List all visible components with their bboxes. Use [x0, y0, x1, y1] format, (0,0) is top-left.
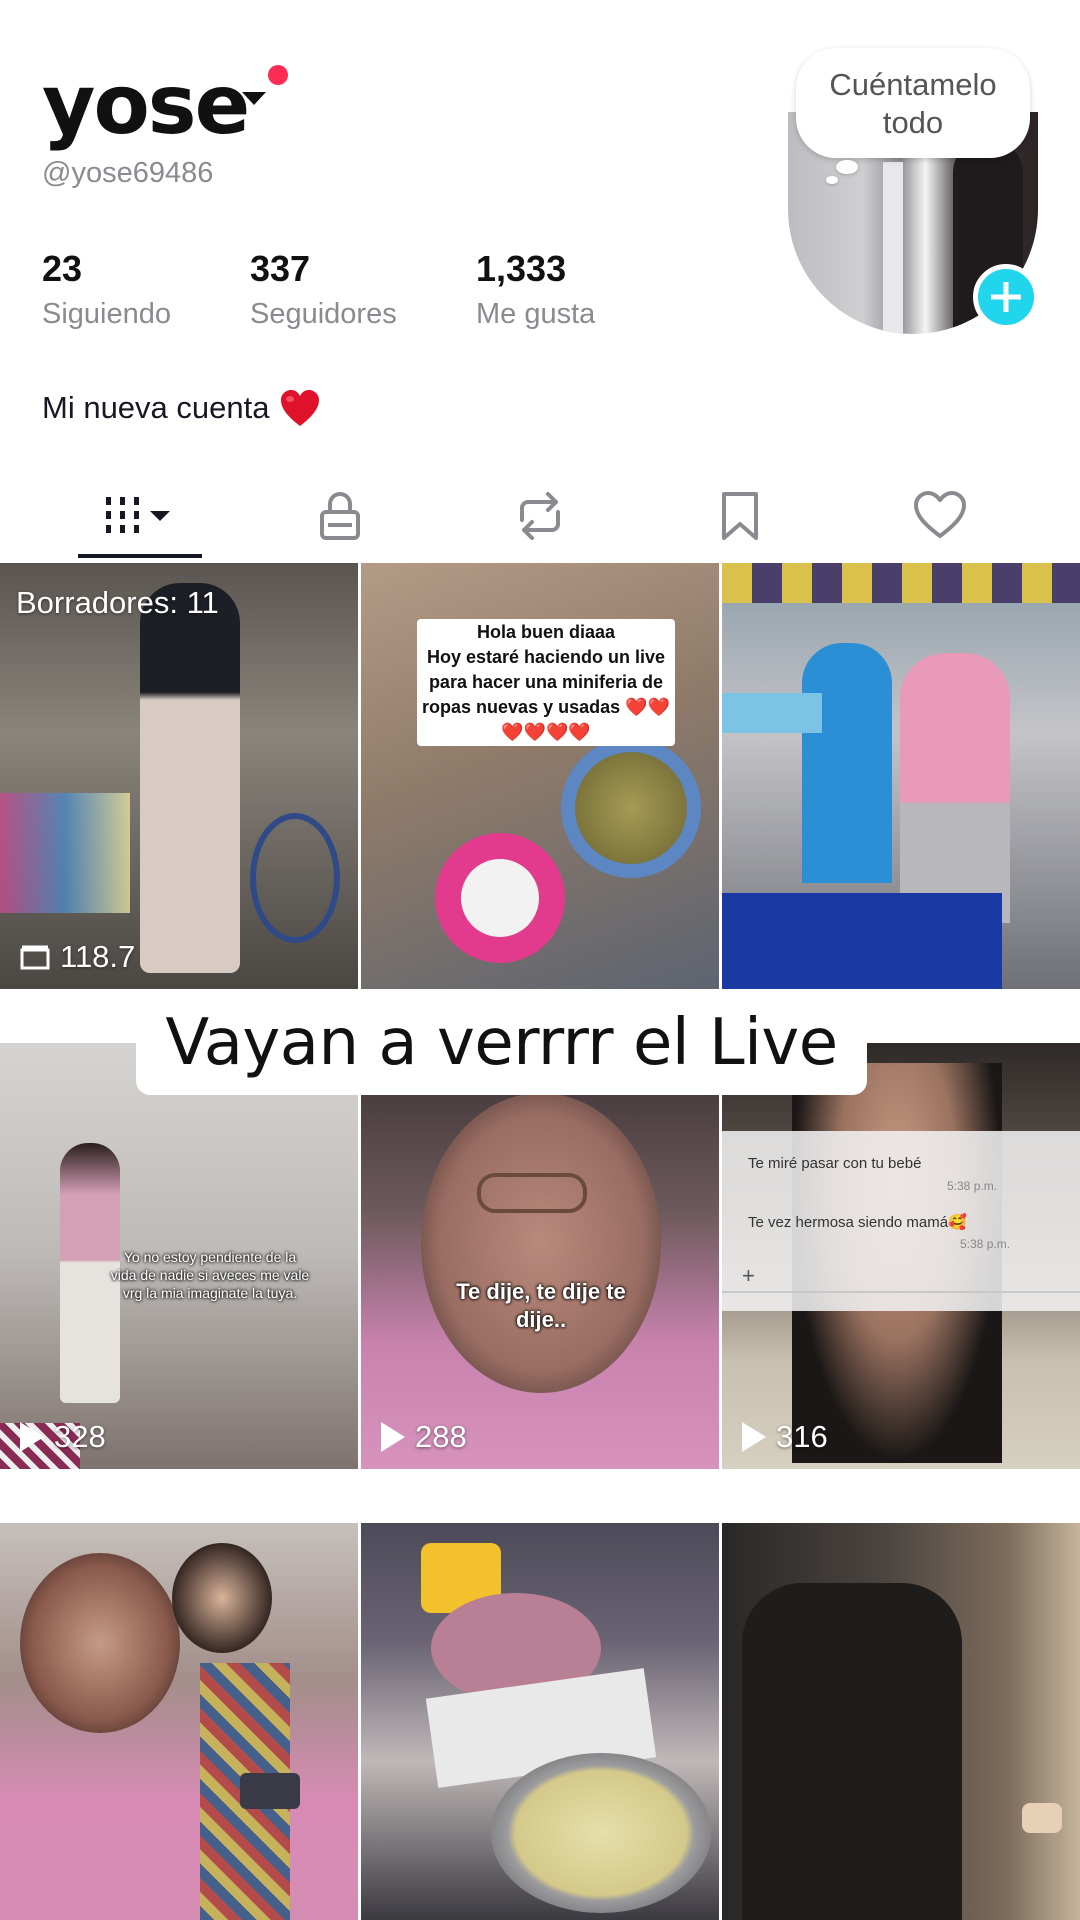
views-count-row: 316 [742, 1419, 828, 1455]
draft-views: 118.7 [20, 939, 135, 975]
profile-tabs [0, 470, 1080, 562]
red-heart-icon [281, 390, 320, 426]
live-announcement-banner: Vayan a verrrr el Live [136, 991, 867, 1095]
views-count: 316 [776, 1419, 828, 1454]
bio: Mi nueva cuenta [42, 388, 321, 428]
video-caption: Yo no estoy pendiente de la vida de nadi… [110, 1249, 310, 1301]
views-count: 118.7 [60, 939, 136, 974]
add-story-plus-icon[interactable] [973, 264, 1039, 330]
username[interactable]: yose [42, 58, 250, 153]
video-thumbnail[interactable] [722, 1523, 1080, 1920]
followers-label: Seguidores [250, 298, 397, 330]
bio-text: Mi nueva cuenta [42, 390, 270, 425]
video-thumbnail[interactable]: Hola buen diaaa Hoy estaré haciendo un l… [361, 563, 719, 989]
following-count: 23 [42, 248, 83, 289]
drafts-box-icon [20, 945, 50, 970]
chat-time: 5:38 p.m. [960, 1237, 1011, 1251]
video-caption: Hola buen diaaa Hoy estaré haciendo un l… [401, 619, 691, 746]
repost-icon [520, 492, 560, 540]
user-handle: @yose69486 [42, 157, 214, 189]
tab-private[interactable] [240, 470, 440, 562]
likes-count: 1,333 [476, 248, 567, 289]
likes-label: Me gusta [476, 298, 596, 330]
views-count-row: 328 [20, 1419, 106, 1455]
bookmark-icon [722, 492, 758, 540]
video-thumbnail[interactable] [361, 1523, 719, 1920]
stat-following[interactable]: 23 Siguiendo [42, 248, 171, 331]
chat-plus-icon: + [742, 1263, 755, 1288]
views-count-row: 288 [381, 1419, 467, 1455]
views-count: 288 [415, 1419, 467, 1454]
stat-followers[interactable]: 337 Seguidores [250, 248, 397, 331]
tab-liked[interactable] [840, 470, 1040, 562]
views-count: 328 [54, 1419, 106, 1454]
chat-message: Te miré pasar con tu bebé [748, 1155, 922, 1172]
following-label: Siguiendo [42, 298, 171, 330]
chat-time: 5:38 p.m. [947, 1179, 998, 1193]
note-bubble[interactable]: Cuéntamelo todo [796, 48, 1030, 158]
grid-icon [106, 497, 170, 533]
video-thumbnail[interactable] [0, 1523, 358, 1920]
followers-count: 337 [250, 248, 311, 289]
active-tab-indicator [78, 554, 202, 558]
video-thumbnail[interactable]: Yo no estoy pendiente de la vida de nadi… [0, 1043, 358, 1469]
video-thumbnail[interactable]: Te dije, te dije te dije.. 288 [361, 1043, 719, 1469]
video-thumbnail[interactable]: Te miré pasar con tu bebé 5:38 p.m. Te v… [722, 1043, 1080, 1469]
tab-videos[interactable] [40, 470, 240, 562]
account-switch-caret-icon[interactable] [242, 92, 266, 105]
tab-reposts[interactable] [440, 470, 640, 562]
heart-icon [914, 491, 966, 538]
chat-screenshot: Te miré pasar con tu bebé 5:38 p.m. Te v… [722, 1131, 1080, 1311]
drafts-label: Borradores: 11 [16, 585, 219, 620]
lock-icon [320, 492, 360, 540]
play-icon [20, 1422, 44, 1452]
play-icon [381, 1422, 405, 1452]
stat-likes[interactable]: 1,333 Me gusta [476, 248, 595, 331]
play-icon [742, 1422, 766, 1452]
video-thumbnail-drafts[interactable]: Borradores: 11 118.7 [0, 563, 358, 989]
video-thumbnail[interactable] [722, 563, 1080, 989]
chat-message: Te vez hermosa siendo mamá🥰 [748, 1214, 967, 1231]
video-caption: Te dije, te dije te dije.. [456, 1279, 626, 1332]
video-grid: Borradores: 11 118.7 Hola buen diaaa Hoy… [0, 563, 1080, 1920]
notification-dot [268, 65, 288, 85]
tab-saved[interactable] [640, 470, 840, 562]
